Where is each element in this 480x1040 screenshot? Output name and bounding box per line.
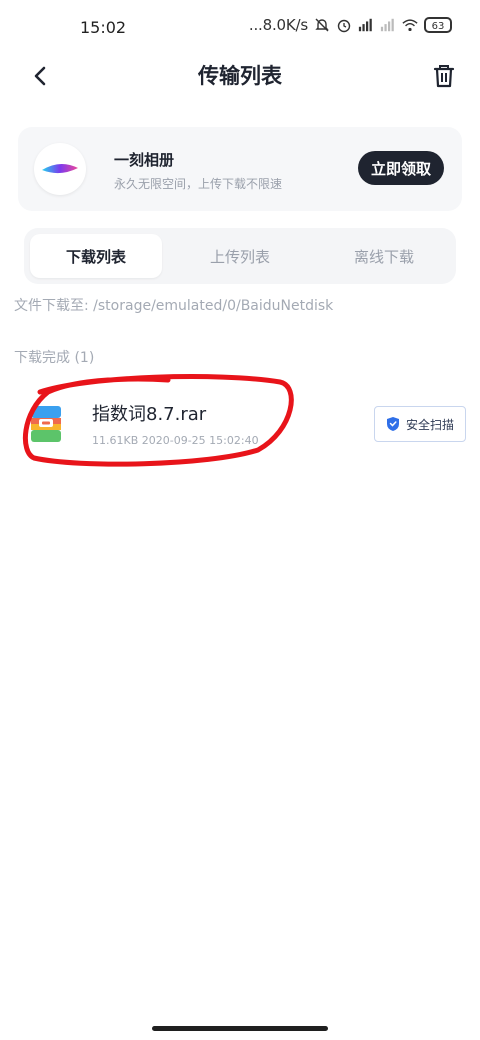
security-scan-label: 安全扫描 bbox=[405, 417, 454, 432]
mute-icon bbox=[315, 18, 329, 32]
status-time: 15:02 bbox=[80, 18, 127, 37]
signal-weak-icon bbox=[380, 18, 394, 32]
alarm-icon bbox=[337, 19, 351, 33]
page-title: 传输列表 bbox=[198, 64, 282, 88]
status-icons: ...8.0K/s 63 bbox=[249, 16, 452, 34]
battery-indicator: 63 bbox=[424, 17, 452, 33]
app-header: 传输列表 bbox=[0, 56, 480, 96]
promo-card[interactable]: 一刻相册 永久无限空间，上传下载不限速 立即领取 bbox=[18, 127, 462, 211]
completed-section-label: 下载完成 (1) bbox=[14, 350, 95, 366]
security-scan-button[interactable]: 安全扫描 bbox=[374, 406, 466, 442]
promo-subtitle: 永久无限空间，上传下载不限速 bbox=[114, 177, 283, 191]
wifi-icon bbox=[402, 19, 418, 32]
claim-now-button[interactable]: 立即领取 bbox=[358, 151, 444, 185]
promo-title: 一刻相册 bbox=[114, 151, 175, 169]
transfer-tabs: 下载列表 上传列表 离线下载 bbox=[24, 228, 456, 284]
status-bar: 15:02 ...8.0K/s 63 bbox=[0, 14, 480, 42]
album-logo-icon bbox=[34, 143, 86, 195]
file-list-item[interactable]: 指数词8.7.rar 11.61KB 2020-09-25 15:02:40 安… bbox=[0, 388, 480, 464]
archive-file-icon bbox=[31, 406, 61, 442]
download-path: 文件下载至: /storage/emulated/0/BaiduNetdisk bbox=[14, 298, 334, 314]
signal-hd-icon bbox=[358, 18, 372, 32]
tab-download-list[interactable]: 下载列表 bbox=[30, 234, 162, 278]
tab-upload-list[interactable]: 上传列表 bbox=[174, 234, 306, 278]
file-meta: 11.61KB 2020-09-25 15:02:40 bbox=[92, 434, 259, 447]
tab-offline-download[interactable]: 离线下载 bbox=[318, 234, 450, 278]
home-indicator[interactable] bbox=[152, 1026, 328, 1031]
transfer-list-screen: 15:02 ...8.0K/s 63 传输列表 一刻相册 永久无限空间，上传下载… bbox=[0, 0, 480, 1040]
file-name: 指数词8.7.rar bbox=[92, 404, 207, 425]
trash-icon[interactable] bbox=[428, 60, 460, 92]
network-speed: ...8.0K/s bbox=[248, 16, 308, 34]
shield-icon bbox=[386, 417, 399, 431]
